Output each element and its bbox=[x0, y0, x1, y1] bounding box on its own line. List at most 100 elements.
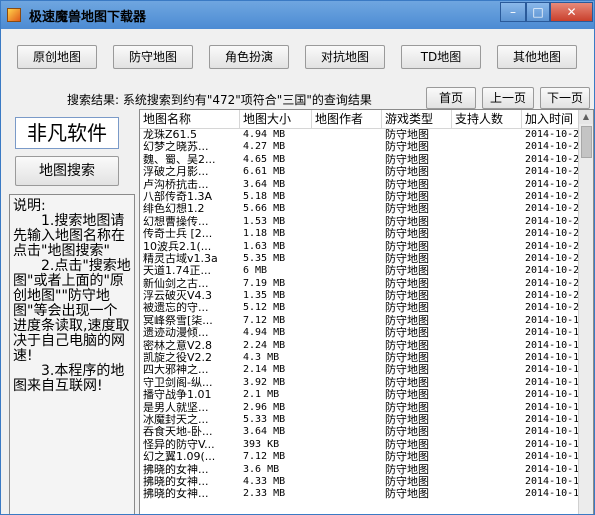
table-row[interactable]: 天道1.74正... 6 MB 防守地图 2014-10-2 bbox=[140, 265, 580, 277]
column-header-author[interactable]: 地图作者 bbox=[312, 110, 382, 128]
cell-added-time: 2014-10-2 bbox=[525, 129, 580, 140]
cell-game-type: 防守地图 bbox=[385, 178, 429, 191]
cell-map-name: 10波兵2.1(... bbox=[143, 240, 212, 253]
column-header-type[interactable]: 游戏类型 bbox=[382, 110, 452, 128]
cell-added-time: 2014-10-2 bbox=[525, 215, 580, 227]
tab-versus-maps[interactable]: 对抗地图 bbox=[305, 45, 385, 69]
table-row[interactable]: 吞食天地-卧... 3.64 MB 防守地图 2014-10-1 bbox=[140, 426, 580, 438]
cell-map-name: 龙珠Z61.5 bbox=[143, 129, 198, 141]
app-window: 极速魔兽地图下载器 – □ ✕ 原创地图 防守地图 角色扮演 对抗地图 TD地图… bbox=[0, 0, 595, 515]
tab-other-maps[interactable]: 其他地图 bbox=[497, 45, 577, 69]
cell-map-size: 4.3 MB bbox=[243, 352, 280, 364]
cell-game-type: 防守地图 bbox=[385, 438, 429, 451]
cell-game-type: 防守地图 bbox=[385, 352, 429, 365]
cell-map-size: 3.92 MB bbox=[243, 376, 286, 388]
cell-map-name: 冰魔封天之... bbox=[143, 413, 209, 426]
window-title: 极速魔兽地图下载器 bbox=[29, 10, 147, 25]
table-row[interactable]: 新仙剑之古... 7.19 MB 防守地图 2014-10-2 bbox=[140, 278, 580, 290]
list-rows: 龙珠Z61.5 4.94 MB 防守地图 2014-10-2 幻梦之晓苏... 4.27 … bbox=[140, 129, 580, 501]
cell-map-size: 1.35 MB bbox=[243, 290, 286, 302]
cell-map-name: 被遗忘的守... bbox=[143, 302, 209, 315]
table-row[interactable]: 怪异的防守V... 393 KB 防守地图 2014-10-1 bbox=[140, 439, 580, 451]
search-result-text: 搜索结果: 系统搜索到约有"472"项符合"三国"的查询结果 bbox=[67, 93, 372, 107]
table-row[interactable]: 冰魔封天之... 5.33 MB 防守地图 2014-10-1 bbox=[140, 414, 580, 426]
column-header-size[interactable]: 地图大小 bbox=[240, 110, 312, 128]
scroll-up-icon[interactable]: ▲ bbox=[579, 110, 593, 124]
table-row[interactable]: 幻想曹操传... 1.53 MB 防守地图 2014-10-2 bbox=[140, 216, 580, 228]
map-list[interactable]: 地图名称 地图大小 地图作者 游戏类型 支持人数 加入时间 龙珠Z61.5 4.9… bbox=[139, 109, 594, 514]
cell-map-name: 新仙剑之古... bbox=[143, 277, 209, 290]
tab-rpg-maps[interactable]: 角色扮演 bbox=[209, 45, 289, 69]
table-row[interactable]: 遗迹动漫倾... 4.94 MB 防守地图 2014-10-1 bbox=[140, 327, 580, 339]
table-row[interactable]: 守卫剑阁-纵... 3.92 MB 防守地图 2014-10-1 bbox=[140, 377, 580, 389]
table-row[interactable]: 是男人就坚... 2.96 MB 防守地图 2014-10-1 bbox=[140, 402, 580, 414]
table-row[interactable]: 10波兵2.1(... 1.63 MB 防守地图 2014-10-2 bbox=[140, 241, 580, 253]
cell-map-size: 1.53 MB bbox=[243, 215, 286, 227]
cell-map-size: 6.61 MB bbox=[243, 166, 286, 178]
vertical-scrollbar[interactable]: ▲ bbox=[578, 110, 593, 514]
help-paragraph-3: 3.本程序的地图来自互联网! bbox=[13, 363, 125, 394]
table-row[interactable]: 四大邪神之... 2.14 MB 防守地图 2014-10-1 bbox=[140, 364, 580, 376]
close-button[interactable]: ✕ bbox=[550, 2, 593, 22]
table-row[interactable]: 绯色幻想1.2 5.66 MB 防守地图 2014-10-2 bbox=[140, 203, 580, 215]
scroll-thumb[interactable] bbox=[581, 126, 592, 158]
cell-game-type: 防守地图 bbox=[385, 265, 429, 278]
table-row[interactable]: 拂晓的女神... 2.33 MB 防守地图 2014-10-1 bbox=[140, 488, 580, 500]
cell-map-name: 幻之翼1.09(... bbox=[143, 451, 216, 464]
map-search-button[interactable]: 地图搜索 bbox=[15, 156, 119, 186]
table-row[interactable]: 幻梦之晓苏... 4.27 MB 防守地图 2014-10-2 bbox=[140, 141, 580, 153]
table-row[interactable]: 精灵古域v1.3a 5.35 MB 防守地图 2014-10-2 bbox=[140, 253, 580, 265]
maximize-button[interactable]: □ bbox=[526, 2, 550, 22]
cell-map-name: 魏、蜀、吴2... bbox=[143, 153, 216, 166]
table-row[interactable]: 被遗忘的守... 5.12 MB 防守地图 2014-10-2 bbox=[140, 302, 580, 314]
cell-map-name: 是男人就坚... bbox=[143, 401, 209, 414]
cell-added-time: 2014-10-2 bbox=[525, 290, 580, 302]
table-row[interactable]: 冥峰祭雪[柒... 7.12 MB 防守地图 2014-10-1 bbox=[140, 315, 580, 327]
search-input[interactable]: 非凡软件 bbox=[15, 117, 119, 149]
first-page-button[interactable]: 首页 bbox=[426, 87, 476, 109]
tab-defense-maps[interactable]: 防守地图 bbox=[113, 45, 193, 69]
table-row[interactable]: 幻之翼1.09(... 7.12 MB 防守地图 2014-10-1 bbox=[140, 451, 580, 463]
table-row[interactable]: 拂晓的女神... 3.6 MB 防守地图 2014-10-1 bbox=[140, 464, 580, 476]
minimize-button[interactable]: – bbox=[500, 2, 526, 22]
cell-map-size: 4.65 MB bbox=[243, 153, 286, 165]
cell-added-time: 2014-10-2 bbox=[525, 141, 580, 153]
table-row[interactable]: 浮破之月影... 6.61 MB 防守地图 2014-10-2 bbox=[140, 166, 580, 178]
table-row[interactable]: 凯旋之役V2.2 4.3 MB 防守地图 2014-10-1 bbox=[140, 352, 580, 364]
cell-added-time: 2014-10-2 bbox=[525, 203, 580, 215]
cell-map-name: 拂晓的女神... bbox=[143, 463, 209, 476]
tab-td-maps[interactable]: TD地图 bbox=[401, 45, 481, 69]
cell-map-size: 4.33 MB bbox=[243, 475, 286, 487]
prev-page-button[interactable]: 上一页 bbox=[482, 87, 534, 109]
cell-game-type: 防守地图 bbox=[385, 339, 429, 352]
title-bar[interactable]: 极速魔兽地图下载器 – □ ✕ bbox=[1, 1, 594, 29]
table-row[interactable]: 卢沟桥抗击... 3.64 MB 防守地图 2014-10-2 bbox=[140, 179, 580, 191]
cell-added-time: 2014-10-1 bbox=[525, 413, 580, 425]
table-row[interactable]: 传奇士兵 [2... 1.18 MB 防守地图 2014-10-2 bbox=[140, 228, 580, 240]
cell-map-size: 4.27 MB bbox=[243, 141, 286, 153]
column-header-time[interactable]: 加入时间 bbox=[522, 110, 580, 128]
cell-game-type: 防守地图 bbox=[385, 290, 429, 303]
cell-map-name: 守卫剑阁-纵... bbox=[143, 376, 213, 389]
table-row[interactable]: 播守战争1.01 2.1 MB 防守地图 2014-10-1 bbox=[140, 389, 580, 401]
table-row[interactable]: 浮云破灭V4.3 1.35 MB 防守地图 2014-10-2 bbox=[140, 290, 580, 302]
cell-added-time: 2014-10-2 bbox=[525, 153, 580, 165]
cell-map-name: 天道1.74正... bbox=[143, 265, 211, 278]
table-row[interactable]: 魏、蜀、吴2... 4.65 MB 防守地图 2014-10-2 bbox=[140, 154, 580, 166]
column-header-players[interactable]: 支持人数 bbox=[452, 110, 522, 128]
table-row[interactable]: 龙珠Z61.5 4.94 MB 防守地图 2014-10-2 bbox=[140, 129, 580, 141]
tab-original-maps[interactable]: 原创地图 bbox=[17, 45, 97, 69]
cell-added-time: 2014-10-1 bbox=[525, 438, 580, 450]
table-row[interactable]: 八部传奇1.3A 5.18 MB 防守地图 2014-10-2 bbox=[140, 191, 580, 203]
table-row[interactable]: 密林之意V2.8 2.24 MB 防守地图 2014-10-1 bbox=[140, 340, 580, 352]
cell-game-type: 防守地图 bbox=[385, 302, 429, 315]
table-row[interactable]: 拂晓的女神... 4.33 MB 防守地图 2014-10-1 bbox=[140, 476, 580, 488]
cell-map-name: 凯旋之役V2.2 bbox=[143, 352, 213, 365]
next-page-button[interactable]: 下一页 bbox=[540, 87, 590, 109]
cell-map-size: 3.6 MB bbox=[243, 463, 280, 475]
column-header-name[interactable]: 地图名称 bbox=[140, 110, 240, 128]
cell-map-name: 拂晓的女神... bbox=[143, 475, 209, 488]
cell-added-time: 2014-10-1 bbox=[525, 488, 580, 500]
cell-added-time: 2014-10-1 bbox=[525, 352, 580, 364]
cell-added-time: 2014-10-1 bbox=[525, 426, 580, 438]
